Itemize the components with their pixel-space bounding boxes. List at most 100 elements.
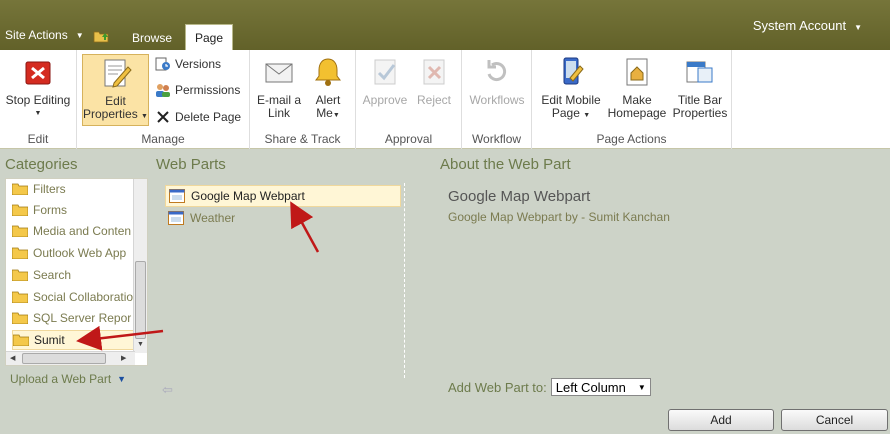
- category-label: Forms: [33, 203, 67, 217]
- chevron-down-icon: ▼: [637, 382, 646, 392]
- web-part-item-selected[interactable]: Google Map Webpart: [165, 185, 401, 207]
- folder-icon: [12, 247, 28, 259]
- tab-browse[interactable]: Browse: [122, 27, 182, 50]
- folder-icon: [12, 183, 28, 195]
- folder-icon: [12, 312, 28, 324]
- group-label-approval: Approval: [384, 132, 433, 146]
- categories-vertical-scrollbar[interactable]: ▼: [133, 179, 147, 353]
- permissions-button[interactable]: Permissions: [155, 79, 240, 101]
- reject-button[interactable]: Reject: [412, 54, 456, 107]
- make-homepage-button[interactable]: Make Homepage: [606, 54, 668, 120]
- about-title: About the Web Part: [440, 156, 571, 173]
- reject-label: Reject: [416, 93, 451, 107]
- category-item[interactable]: SQL Server Repor: [12, 308, 140, 328]
- ribbon-group-approval: Approve Reject Approval: [356, 50, 462, 149]
- chevron-down-icon: ▼: [34, 110, 42, 117]
- delete-page-label: Delete Page: [175, 110, 242, 124]
- folder-icon: [12, 269, 28, 281]
- category-item[interactable]: Media and Conten: [12, 221, 140, 241]
- scroll-left-arrow-icon[interactable]: ◀: [10, 354, 15, 362]
- category-item[interactable]: Forms: [12, 200, 140, 220]
- site-actions-menu[interactable]: Site Actions ▼: [5, 28, 84, 42]
- cancel-button[interactable]: Cancel: [781, 409, 888, 431]
- delete-page-button[interactable]: Delete Page: [155, 106, 241, 128]
- edit-properties-button[interactable]: Edit Properties ▼: [82, 54, 149, 126]
- workflows-button[interactable]: Workflows: [466, 54, 528, 107]
- about-web-part-description: Google Map Webpart by - Sumit Kanchan: [448, 210, 670, 224]
- horizontal-scroll-thumb[interactable]: [22, 353, 106, 364]
- web-part-label: Google Map Webpart: [191, 189, 305, 203]
- category-label: Sumit: [34, 333, 65, 347]
- group-label-workflow: Workflow: [471, 132, 522, 146]
- web-part-item[interactable]: Weather: [165, 207, 401, 229]
- about-web-part-name: Google Map Webpart: [448, 188, 591, 205]
- categories-list[interactable]: Filters Forms Media and Conten Outlook W…: [5, 178, 148, 366]
- category-label: Outlook Web App: [33, 246, 127, 260]
- scroll-right-arrow-icon[interactable]: ▶: [121, 354, 126, 362]
- stop-editing-label: Stop Editing: [5, 93, 71, 107]
- category-label: SQL Server Repor: [33, 311, 132, 325]
- add-button[interactable]: Add: [668, 409, 774, 431]
- zone-select[interactable]: Left Column ▼: [550, 378, 651, 396]
- chevron-down-icon: ▼: [583, 112, 591, 119]
- web-parts-list: Google Map Webpart Weather: [165, 183, 405, 378]
- category-item[interactable]: Outlook Web App: [12, 243, 140, 263]
- edit-properties-icon: [104, 59, 132, 88]
- scroll-down-arrow-icon[interactable]: ▼: [137, 341, 144, 348]
- user-name: System Account: [752, 18, 847, 33]
- reject-icon: [423, 59, 445, 85]
- chevron-down-icon: ▼: [75, 30, 84, 40]
- edit-mobile-page-button[interactable]: Edit Mobile Page ▼: [536, 54, 606, 122]
- approve-icon: [374, 59, 396, 85]
- category-item[interactable]: Search: [12, 265, 140, 285]
- vertical-scroll-thumb[interactable]: [135, 261, 146, 339]
- upload-web-part-link[interactable]: Upload a Web Part ▼: [10, 372, 126, 386]
- edit-mobile-page-label-2: Page ▼: [551, 106, 591, 120]
- add-web-part-to: Add Web Part to: Left Column ▼: [448, 378, 651, 396]
- stop-editing-button[interactable]: Stop Editing ▼: [3, 54, 73, 120]
- user-menu[interactable]: System Account ▼: [753, 18, 862, 33]
- navigate-up-icon[interactable]: [93, 29, 109, 43]
- web-parts-title: Web Parts: [156, 156, 226, 173]
- versions-icon: [155, 57, 170, 71]
- chevron-down-icon: ▼: [854, 23, 862, 32]
- category-label: Filters: [33, 182, 66, 196]
- approve-label: Approve: [362, 93, 408, 107]
- title-bar-properties-button[interactable]: Title Bar Properties: [670, 54, 730, 120]
- versions-button[interactable]: Versions: [155, 53, 221, 75]
- approve-button[interactable]: Approve: [360, 54, 410, 107]
- category-item[interactable]: Social Collaboratio: [12, 287, 140, 307]
- permissions-icon: [156, 84, 170, 97]
- bell-icon: [315, 58, 341, 86]
- title-bar-properties-label-2: Properties: [672, 106, 728, 120]
- chevron-down-icon: ▼: [117, 374, 127, 384]
- alert-me-label-2: Me▼: [316, 106, 340, 120]
- back-arrow-icon[interactable]: ⇦: [162, 382, 173, 398]
- ribbon-group-manage: Edit Properties ▼ Versions Permissions D…: [77, 50, 250, 149]
- workflow-icon: [487, 60, 507, 81]
- web-part-label: Weather: [190, 211, 236, 225]
- ribbon: Stop Editing ▼ Edit Edit Properties ▼ Ve…: [0, 50, 890, 149]
- folder-icon: [12, 204, 28, 216]
- folder-icon: [12, 225, 28, 237]
- edit-properties-label-2: Properties ▼: [83, 107, 148, 121]
- tab-page[interactable]: Page: [185, 24, 233, 50]
- category-item-selected[interactable]: Sumit: [12, 330, 140, 350]
- alert-me-button[interactable]: Alert Me▼: [306, 54, 350, 122]
- homepage-icon: [626, 58, 648, 86]
- delete-icon: [157, 111, 169, 123]
- group-label-share-track: Share & Track: [264, 132, 341, 146]
- category-label: Social Collaboratio: [33, 290, 134, 304]
- top-bar: Site Actions ▼ Browse Page System Accoun…: [0, 0, 890, 50]
- categories-title: Categories: [5, 156, 78, 173]
- stop-editing-icon: [25, 61, 51, 85]
- add-web-part-to-label: Add Web Part to:: [448, 379, 547, 395]
- group-label-page-actions: Page Actions: [596, 132, 667, 146]
- category-item[interactable]: Filters: [12, 179, 140, 199]
- site-actions-label: Site Actions: [5, 28, 68, 42]
- web-part-icon: [168, 211, 184, 225]
- email-link-button[interactable]: E-mail a Link: [254, 54, 304, 120]
- categories-horizontal-scrollbar[interactable]: ◀ ▶: [6, 351, 135, 365]
- ribbon-group-page-actions: Edit Mobile Page ▼ Make Homepage Title B…: [532, 50, 732, 149]
- email-icon: [265, 63, 293, 83]
